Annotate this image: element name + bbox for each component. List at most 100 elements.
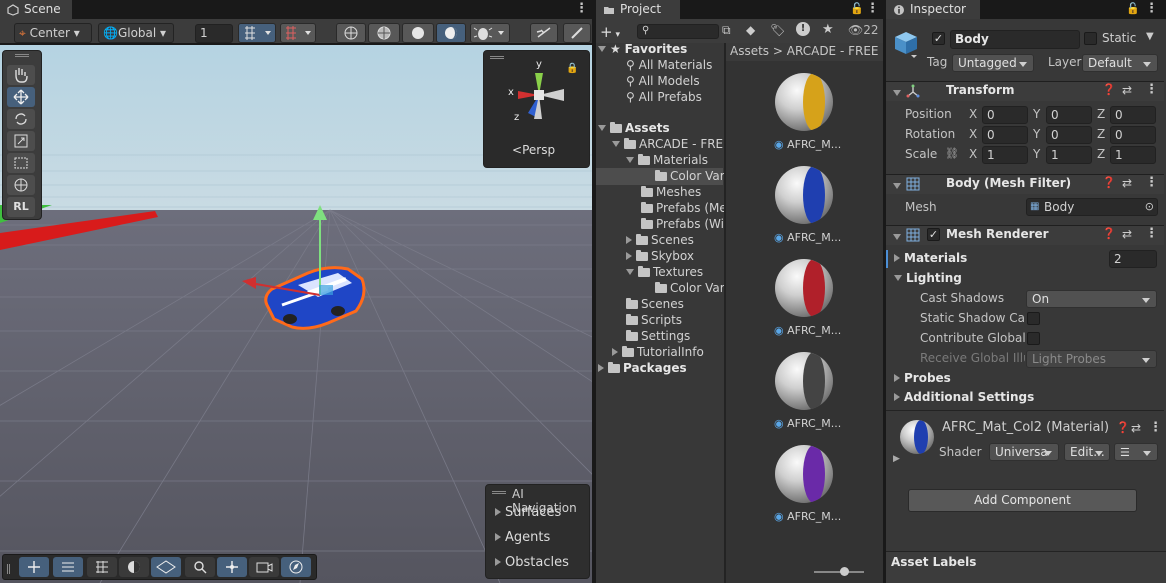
preset-icon[interactable]: ⇄ <box>1122 83 1132 97</box>
search-by-label-icon[interactable]: ◆ <box>746 23 755 37</box>
lighting-foldout[interactable]: Lighting <box>894 271 962 285</box>
scl-x-field[interactable]: 1 <box>982 146 1028 164</box>
material-asset-label[interactable]: ◉ AFRC_M... <box>774 138 841 151</box>
create-plus-button[interactable]: + ▾ <box>600 23 620 41</box>
inspector-menu-icon[interactable]: ⋮ <box>1145 1 1158 16</box>
scl-z-field[interactable]: 1 <box>1110 146 1156 164</box>
hand-tool-button[interactable] <box>7 65 35 85</box>
prefabs-wi-node[interactable]: Prefabs (Wi <box>641 217 724 231</box>
increment-snap-button[interactable] <box>280 23 316 43</box>
scripts-node[interactable]: Scripts <box>626 313 682 327</box>
probes-foldout[interactable]: Probes <box>894 371 951 385</box>
shader-options-button[interactable]: ☰ <box>1114 443 1158 461</box>
rl-tool-button[interactable]: RL <box>7 197 35 217</box>
rot-z-field[interactable]: 0 <box>1110 126 1156 144</box>
preset-icon[interactable]: ⇄ <box>1122 176 1132 190</box>
nav-pan-button[interactable] <box>217 557 247 577</box>
transform-tool-button[interactable] <box>7 175 35 195</box>
component-menu-icon[interactable]: ⋮ <box>1145 226 1158 241</box>
draw-mode-shaded-wire-button[interactable] <box>368 23 400 43</box>
object-name-field[interactable]: Body <box>950 30 1080 49</box>
active-checkbox[interactable]: ✓ <box>932 32 945 45</box>
grid-step-field[interactable]: 1 <box>195 24 233 43</box>
packages-node[interactable]: Packages <box>598 361 687 375</box>
tutorialinfo-node[interactable]: TutorialInfo <box>612 345 704 359</box>
move-tool-button[interactable] <box>7 87 35 107</box>
hidden-count-toggle[interactable]: 👁22 <box>848 23 879 37</box>
material-thumbnail[interactable] <box>775 352 833 410</box>
nav-move-button[interactable] <box>19 557 49 577</box>
mesh-object-field[interactable]: ▦ Body ⊙ <box>1026 198 1158 216</box>
static-checkbox[interactable] <box>1084 32 1097 45</box>
scenes-inner-node[interactable]: Scenes <box>626 233 694 247</box>
material-foldout-icon[interactable]: ▶ <box>893 454 900 464</box>
rotate-tool-button[interactable] <box>7 109 35 129</box>
material-asset-label[interactable]: ◉ AFRC_M... <box>774 324 841 337</box>
textures-node[interactable]: Textures <box>626 265 703 279</box>
draw-mode-unlit-button[interactable] <box>402 23 434 43</box>
contribute-gi-checkbox[interactable] <box>1027 332 1040 345</box>
zoom-slider[interactable] <box>814 571 864 573</box>
scale-tool-button[interactable] <box>7 131 35 151</box>
mesh-renderer-foldout[interactable] <box>893 230 905 244</box>
asset-labels-title[interactable]: Asset Labels <box>891 555 976 569</box>
warning-filter-icon[interactable]: ! <box>796 22 810 36</box>
assets-node[interactable]: Assets <box>598 121 670 135</box>
scene-camera-button[interactable] <box>563 23 591 43</box>
rect-tool-button[interactable] <box>7 153 35 173</box>
tag-dropdown[interactable]: Untagged <box>952 54 1034 72</box>
materials-node[interactable]: Materials <box>626 153 708 167</box>
project-menu-icon[interactable]: ⋮ <box>866 1 879 16</box>
component-menu-icon[interactable]: ⋮ <box>1145 82 1158 97</box>
draw-mode-shaded-button[interactable] <box>436 23 466 43</box>
preset-icon[interactable]: ⇄ <box>1122 227 1132 241</box>
ai-nav-obstacles[interactable]: Obstacles <box>495 555 569 570</box>
prefabs-me-node[interactable]: Prefabs (Me <box>641 201 727 215</box>
material-thumbnail[interactable] <box>775 259 833 317</box>
favorites-node[interactable]: ★ Favorites <box>598 42 687 56</box>
pos-y-field[interactable]: 0 <box>1046 106 1092 124</box>
help-icon[interactable]: ❓ <box>1102 83 1116 96</box>
skybox-node[interactable]: Skybox <box>626 249 694 263</box>
layer-dropdown[interactable]: Default <box>1082 54 1158 72</box>
help-icon[interactable]: ❓ <box>1102 176 1116 189</box>
gizmo-drag-handle-icon[interactable] <box>490 56 504 59</box>
nav-grid-button[interactable] <box>87 557 117 577</box>
nav-mesh-button[interactable] <box>151 557 181 577</box>
fav-all-materials[interactable]: ⚲ All Materials <box>626 58 712 72</box>
material-thumbnail[interactable] <box>775 445 833 503</box>
effects-toggle-button[interactable] <box>530 23 558 43</box>
component-menu-icon[interactable]: ⋮ <box>1149 420 1162 435</box>
label-tag-icon[interactable]: 🏷 <box>770 23 785 37</box>
grid-snap-button[interactable] <box>238 23 276 43</box>
space-dropdown[interactable]: 🌐Global ▾ <box>98 23 174 43</box>
mesh-renderer-enabled-checkbox[interactable]: ✓ <box>927 228 940 241</box>
pos-x-field[interactable]: 0 <box>982 106 1028 124</box>
shader-dropdown[interactable]: Universa <box>989 443 1059 461</box>
help-icon[interactable]: ❓ <box>1102 227 1116 240</box>
additional-settings-foldout[interactable]: Additional Settings <box>894 390 1034 404</box>
nav-search-button[interactable] <box>185 557 215 577</box>
static-dropdown-icon[interactable]: ▼ <box>1146 31 1154 42</box>
material-thumbnail[interactable] <box>775 73 833 131</box>
rot-y-field[interactable]: 0 <box>1046 126 1092 144</box>
drag-handle-icon[interactable] <box>15 54 29 57</box>
color-var-node-2[interactable]: Color Var <box>655 281 725 295</box>
ai-nav-surfaces[interactable]: Surfaces <box>495 505 561 520</box>
transform-foldout[interactable] <box>893 86 905 100</box>
pos-z-field[interactable]: 0 <box>1110 106 1156 124</box>
overlay-drag-handle-icon[interactable] <box>7 564 10 574</box>
preset-icon[interactable]: ⇄ <box>1131 421 1141 435</box>
inspector-lock-icon[interactable]: 🔓 <box>1126 2 1140 15</box>
pivot-dropdown[interactable]: ⌖ Center ▾ <box>14 23 92 43</box>
material-asset-label[interactable]: ◉ AFRC_M... <box>774 510 841 523</box>
help-icon[interactable]: ❓ <box>1116 421 1130 434</box>
nav-layout-button[interactable] <box>53 557 83 577</box>
tab-project[interactable]: Project <box>596 0 680 19</box>
materials-foldout[interactable]: Materials <box>894 251 967 265</box>
scenes-node[interactable]: Scenes <box>626 297 684 311</box>
ai-nav-drag-handle-icon[interactable] <box>492 491 506 494</box>
component-menu-icon[interactable]: ⋮ <box>1145 175 1158 190</box>
rot-x-field[interactable]: 0 <box>982 126 1028 144</box>
ai-nav-agents[interactable]: Agents <box>495 530 550 545</box>
